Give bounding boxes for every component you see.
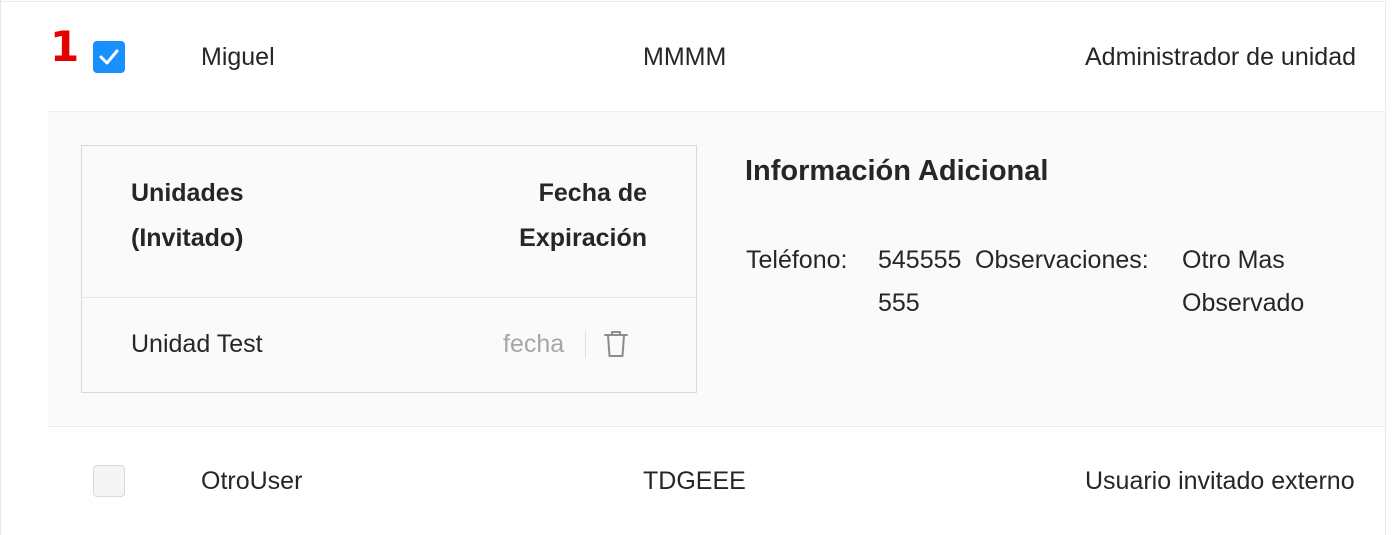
table-left-border <box>0 0 1 535</box>
user-role-cell: Usuario invitado externo <box>1085 467 1355 495</box>
check-icon <box>99 49 119 65</box>
phone-value: 545555 555 <box>878 239 974 325</box>
phone-label-separator: : <box>840 246 848 274</box>
observations-label: Observaciones: <box>975 239 1149 282</box>
table-row-otrouser[interactable]: OtroUser TDGEEE Usuario invitado externo <box>48 427 1388 535</box>
row-select-checkbox-otrouser[interactable] <box>93 465 125 497</box>
observations-value-line: Otro Mas <box>1182 246 1285 274</box>
observations-label-text: Observaciones <box>975 246 1142 274</box>
expiration-column-header: Fecha de Expiración <box>519 171 647 261</box>
guest-unit-name: Unidad Test <box>131 330 263 358</box>
trash-icon[interactable] <box>602 329 630 359</box>
user-name-cell: OtroUser <box>201 467 303 495</box>
phone-label: Teléfono: <box>746 239 847 282</box>
guest-units-table-header: Unidades (Invitado) Fecha de Expiración <box>82 146 696 298</box>
table-row-miguel[interactable]: Miguel MMMM Administrador de unidad <box>48 2 1388 112</box>
observations-value-line: Observado <box>1182 289 1305 317</box>
row-select-checkbox-miguel[interactable] <box>93 41 125 73</box>
row-index-badge: 1 <box>50 22 80 71</box>
guest-units-table: Unidades (Invitado) Fecha de Expiración … <box>81 145 697 393</box>
user-code-cell: MMMM <box>643 43 727 71</box>
expiration-date-value[interactable]: fecha <box>503 332 564 357</box>
units-column-header: Unidades (Invitado) <box>131 171 244 261</box>
expanded-row-details: Unidades (Invitado) Fecha de Expiración … <box>48 112 1388 427</box>
observations-value: Otro Mas Observado <box>1182 239 1342 325</box>
user-code-cell: TDGEEE <box>643 467 746 495</box>
action-divider <box>585 331 586 358</box>
user-name-cell: Miguel <box>201 43 275 71</box>
observations-label-separator: : <box>1141 246 1149 274</box>
guest-unit-row: Unidad Test fecha <box>82 298 696 392</box>
units-header-line: Unidades <box>131 179 244 207</box>
expiration-header-line: Expiración <box>519 224 647 252</box>
units-header-line: (Invitado) <box>131 224 244 252</box>
phone-value-line: 555 <box>878 289 920 317</box>
phone-label-text: Teléfono <box>746 246 841 274</box>
horizontal-scroll-edge <box>1385 0 1395 535</box>
additional-info-title: Información Adicional <box>745 155 1049 187</box>
expiration-header-line: Fecha de <box>538 179 647 207</box>
user-role-cell: Administrador de unidad <box>1085 43 1356 71</box>
phone-value-line: 545555 <box>878 246 962 274</box>
